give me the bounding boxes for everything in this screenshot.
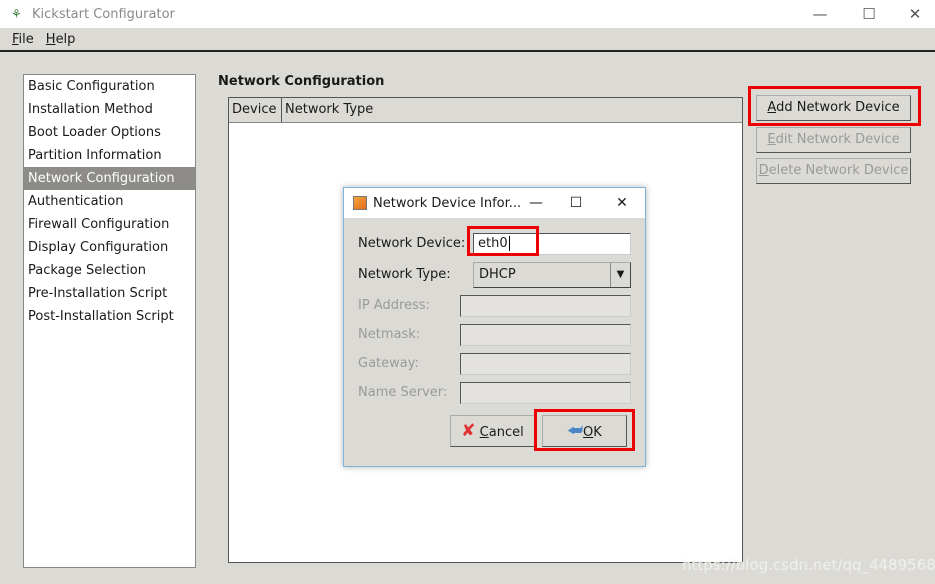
title-bar: ⚘ Kickstart Configurator — ☐ ✕: [0, 0, 935, 28]
sidebar-item-boot-loader-options[interactable]: Boot Loader Options: [24, 121, 195, 144]
ip-address-label: IP Address:: [358, 298, 430, 313]
dialog-title-bar: Network Device Infor... — ☐ ✕: [344, 188, 645, 218]
menu-bar: File Help: [0, 28, 935, 52]
column-network-type[interactable]: Network Type: [282, 98, 742, 122]
dialog-minimize-button[interactable]: —: [516, 188, 556, 218]
sidebar-item-package-selection[interactable]: Package Selection: [24, 259, 195, 282]
dialog-app-icon: [353, 196, 367, 210]
sidebar-item-firewall-configuration[interactable]: Firewall Configuration: [24, 213, 195, 236]
watermark: https://blog.csdn.net/qq_44895681: [682, 556, 935, 574]
table-header: Device Network Type: [229, 98, 742, 123]
dropdown-arrow-icon: ▼: [610, 263, 630, 287]
dialog-title: Network Device Infor...: [373, 195, 522, 211]
dialog-maximize-button[interactable]: ☐: [556, 188, 596, 218]
maximize-button[interactable]: ☐: [846, 0, 892, 28]
add-network-device-button[interactable]: Add Network Device: [756, 95, 911, 121]
menu-file[interactable]: File: [12, 32, 34, 47]
network-device-dialog: Network Device Infor... — ☐ ✕ Network De…: [343, 187, 646, 467]
sidebar-item-installation-method[interactable]: Installation Method: [24, 98, 195, 121]
cancel-x-icon: ✘: [461, 421, 476, 441]
network-device-label: Network Device:: [358, 236, 466, 251]
enter-arrow-icon: ⮨: [567, 421, 584, 441]
netmask-input[interactable]: [460, 324, 631, 346]
minimize-button[interactable]: —: [797, 0, 843, 28]
section-title: Network Configuration: [218, 74, 385, 89]
sidebar-item-network-configuration[interactable]: Network Configuration: [24, 167, 195, 190]
sidebar-item-post-installation-script[interactable]: Post-Installation Script: [24, 305, 195, 328]
network-device-input[interactable]: eth0: [473, 233, 631, 255]
network-type-select[interactable]: DHCP ▼: [473, 262, 631, 288]
sidebar-item-authentication[interactable]: Authentication: [24, 190, 195, 213]
close-button[interactable]: ✕: [892, 0, 935, 28]
ip-address-input[interactable]: [460, 295, 631, 317]
sidebar: Basic Configuration Installation Method …: [23, 74, 196, 568]
sidebar-item-pre-installation-script[interactable]: Pre-Installation Script: [24, 282, 195, 305]
name-server-label: Name Server:: [358, 385, 448, 400]
dialog-close-button[interactable]: ✕: [602, 188, 642, 218]
app-icon: ⚘: [11, 7, 22, 21]
sidebar-item-display-configuration[interactable]: Display Configuration: [24, 236, 195, 259]
edit-network-device-button[interactable]: Edit Network Device: [756, 127, 911, 153]
gateway-label: Gateway:: [358, 356, 419, 371]
gateway-input[interactable]: [460, 353, 631, 375]
ok-button[interactable]: ⮨OK: [542, 415, 627, 447]
cancel-button[interactable]: ✘ Cancel: [450, 415, 535, 447]
sidebar-item-partition-information[interactable]: Partition Information: [24, 144, 195, 167]
netmask-label: Netmask:: [358, 327, 421, 342]
column-device[interactable]: Device: [229, 98, 282, 122]
sidebar-item-basic-configuration[interactable]: Basic Configuration: [24, 75, 195, 98]
delete-network-device-button[interactable]: Delete Network Device: [756, 158, 911, 184]
name-server-input[interactable]: [460, 382, 631, 404]
network-type-label: Network Type:: [358, 267, 451, 282]
menu-help[interactable]: Help: [46, 32, 76, 47]
window-title: Kickstart Configurator: [32, 6, 175, 22]
